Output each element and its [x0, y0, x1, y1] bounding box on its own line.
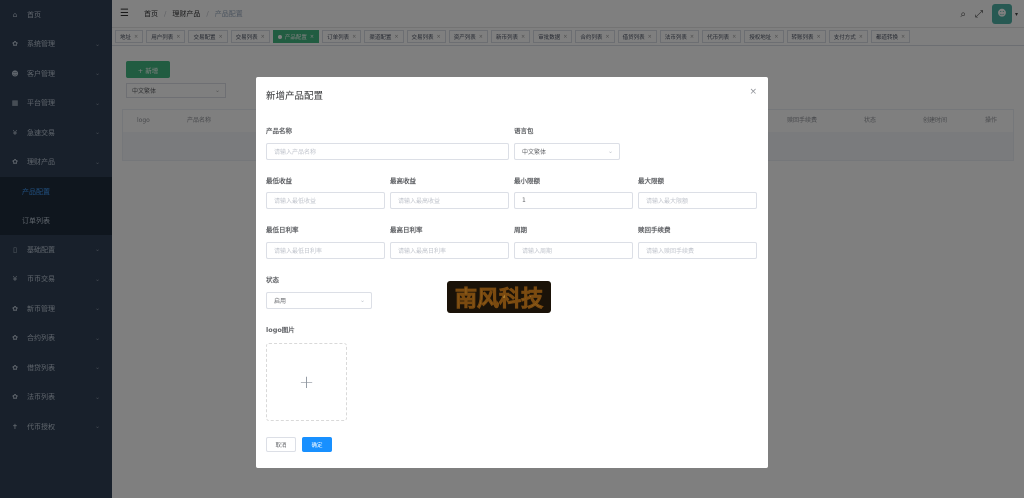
min-rate-input[interactable]: 请输入最低日利率 — [266, 242, 385, 259]
plus-icon: + — [298, 371, 315, 393]
max-rate-input[interactable]: 请输入最高日利率 — [390, 242, 509, 259]
logo-label: logo图片 — [266, 326, 295, 334]
status-select[interactable]: 启用 ⌄ — [266, 292, 372, 309]
product-name-input[interactable]: 请输入产品名称 — [266, 143, 509, 160]
max-income-label: 最高收益 — [390, 177, 416, 185]
product-name-label: 产品名称 — [266, 127, 292, 135]
max-income-input[interactable]: 请输入最高收益 — [390, 192, 509, 209]
dialog-title: 新增产品配置 — [266, 91, 324, 102]
language-select[interactable]: 中文繁体 ⌄ — [514, 143, 620, 160]
min-income-label: 最低收益 — [266, 177, 292, 185]
add-product-dialog: 新增产品配置 × 产品名称 请输入产品名称 语言包 中文繁体 ⌄ 最低收益 请输… — [256, 77, 768, 468]
period-label: 周期 — [514, 226, 527, 234]
logo-upload[interactable]: + — [266, 343, 347, 421]
status-label: 状态 — [266, 276, 279, 284]
close-icon[interactable]: × — [749, 87, 757, 97]
max-limit-label: 最大限额 — [638, 177, 664, 185]
status-select-value: 启用 — [274, 298, 287, 305]
min-limit-input[interactable]: 1 — [514, 192, 633, 209]
watermark-text: 南风科技 — [455, 286, 544, 312]
redeem-fee-label: 赎回手续费 — [638, 226, 671, 234]
watermark-logo: 南风科技 — [447, 281, 551, 313]
confirm-button[interactable]: 确定 — [302, 437, 332, 452]
chevron-down-icon: ⌄ — [607, 148, 613, 155]
min-income-input[interactable]: 请输入最低收益 — [266, 192, 385, 209]
min-limit-label: 最小限额 — [514, 177, 540, 185]
cancel-button[interactable]: 取消 — [266, 437, 296, 452]
min-rate-label: 最低日利率 — [266, 226, 299, 234]
language-label: 语言包 — [514, 127, 534, 135]
language-select-value: 中文繁体 — [522, 149, 547, 156]
max-limit-input[interactable]: 请输入最大限额 — [638, 192, 757, 209]
chevron-down-icon: ⌄ — [359, 297, 365, 304]
redeem-fee-input[interactable]: 请输入赎回手续费 — [638, 242, 757, 259]
max-rate-label: 最高日利率 — [390, 226, 423, 234]
period-input[interactable]: 请输入周期 — [514, 242, 633, 259]
